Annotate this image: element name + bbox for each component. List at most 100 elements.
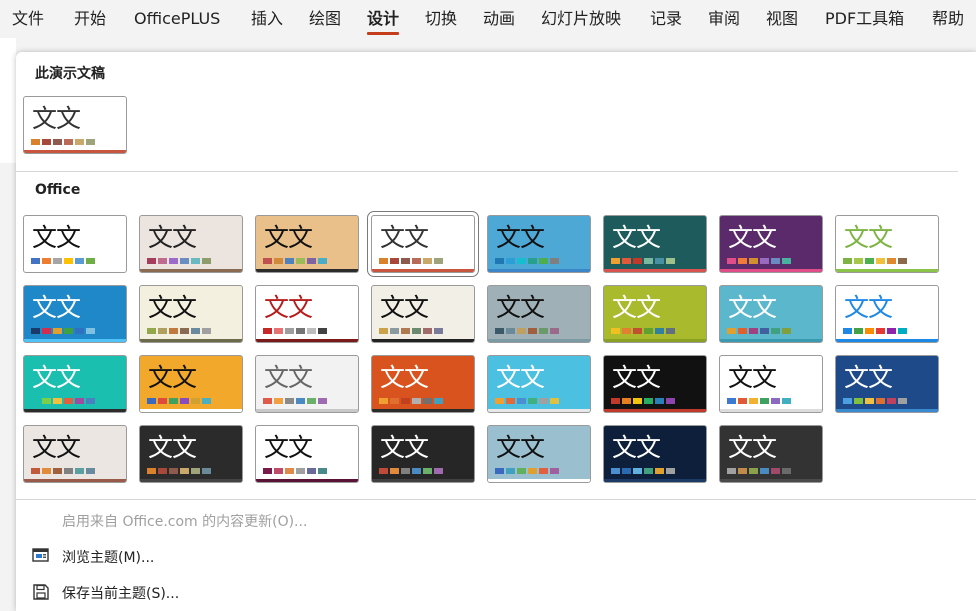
color-swatch xyxy=(274,468,283,474)
tab-11[interactable]: 审阅 xyxy=(708,0,740,38)
color-swatch xyxy=(771,468,780,474)
theme-accent-bar xyxy=(372,479,474,482)
office-theme-20[interactable]: 文文 xyxy=(371,355,475,413)
color-swatch xyxy=(53,468,62,474)
color-swatch xyxy=(727,468,736,474)
color-swatch xyxy=(550,328,559,334)
color-swatch xyxy=(727,258,736,264)
office-theme-29[interactable]: 文文 xyxy=(487,425,591,483)
office-theme-18[interactable]: 文文 xyxy=(139,355,243,413)
theme-accent-bar xyxy=(836,409,938,412)
office-theme-15[interactable]: 文文 xyxy=(719,285,823,343)
color-swatch xyxy=(506,468,515,474)
theme-accent-bar xyxy=(604,339,706,342)
tab-12[interactable]: 视图 xyxy=(766,0,798,38)
theme-color-swatches xyxy=(843,328,909,334)
color-swatch xyxy=(843,258,852,264)
color-swatch xyxy=(528,328,537,334)
theme-sample-text: 文文 xyxy=(728,433,777,462)
color-swatch xyxy=(760,258,769,264)
office-theme-30[interactable]: 文文 xyxy=(603,425,707,483)
office-theme-3[interactable]: 文文 xyxy=(255,215,359,273)
tab-5[interactable]: 绘图 xyxy=(309,0,341,38)
color-swatch xyxy=(644,258,653,264)
color-swatch xyxy=(202,398,211,404)
theme-accent-bar xyxy=(604,479,706,482)
color-swatch xyxy=(147,328,156,334)
office-theme-9[interactable]: 文文 xyxy=(23,285,127,343)
office-theme-22[interactable]: 文文 xyxy=(603,355,707,413)
color-swatch xyxy=(86,258,95,264)
color-swatch xyxy=(318,258,327,264)
office-theme-6[interactable]: 文文 xyxy=(603,215,707,273)
office-theme-28[interactable]: 文文 xyxy=(371,425,475,483)
office-theme-7[interactable]: 文文 xyxy=(719,215,823,273)
office-theme-26[interactable]: 文文 xyxy=(139,425,243,483)
office-theme-10[interactable]: 文文 xyxy=(139,285,243,343)
theme-sample-text: 文文 xyxy=(32,104,81,133)
office-theme-16[interactable]: 文文 xyxy=(835,285,939,343)
office-theme-13[interactable]: 文文 xyxy=(487,285,591,343)
office-theme-19[interactable]: 文文 xyxy=(255,355,359,413)
office-theme-14[interactable]: 文文 xyxy=(603,285,707,343)
color-swatch xyxy=(434,468,443,474)
color-swatch xyxy=(296,328,305,334)
theme-sample-text: 文文 xyxy=(32,433,81,462)
tab-3[interactable]: OfficePLUS xyxy=(134,0,220,38)
tab-2[interactable]: 开始 xyxy=(74,0,106,38)
color-swatch xyxy=(644,398,653,404)
office-theme-2[interactable]: 文文 xyxy=(139,215,243,273)
theme-color-swatches xyxy=(611,328,677,334)
theme-color-swatches xyxy=(379,328,445,334)
office-theme-1[interactable]: 文文 xyxy=(23,215,127,273)
color-swatch xyxy=(180,468,189,474)
color-swatch xyxy=(666,468,675,474)
current-theme-thumbnail[interactable]: 文文 xyxy=(23,96,127,154)
tab-1[interactable]: 文件 xyxy=(12,0,44,38)
color-swatch xyxy=(495,328,504,334)
theme-sample-text: 文文 xyxy=(32,293,81,322)
office-theme-27[interactable]: 文文 xyxy=(255,425,359,483)
tab-13[interactable]: PDF工具箱 xyxy=(825,0,904,38)
theme-sample-text: 文文 xyxy=(380,293,429,322)
color-swatch xyxy=(42,258,51,264)
tab-7[interactable]: 切换 xyxy=(425,0,457,38)
theme-accent-bar xyxy=(372,269,474,272)
color-swatch xyxy=(379,468,388,474)
color-swatch xyxy=(434,398,443,404)
color-swatch xyxy=(285,468,294,474)
color-swatch xyxy=(644,468,653,474)
office-theme-17[interactable]: 文文 xyxy=(23,355,127,413)
color-swatch xyxy=(390,468,399,474)
tab-14[interactable]: 帮助 xyxy=(932,0,964,38)
office-theme-12[interactable]: 文文 xyxy=(371,285,475,343)
color-swatch xyxy=(495,258,504,264)
color-swatch xyxy=(528,398,537,404)
color-swatch xyxy=(611,328,620,334)
theme-sample-text: 文文 xyxy=(496,363,545,392)
office-theme-24[interactable]: 文文 xyxy=(835,355,939,413)
tab-10[interactable]: 记录 xyxy=(650,0,682,38)
theme-sample-text: 文文 xyxy=(264,293,313,322)
color-swatch xyxy=(622,258,631,264)
save-current-theme-item[interactable]: 保存当前主题(S)... xyxy=(16,575,976,609)
office-theme-11[interactable]: 文文 xyxy=(255,285,359,343)
tab-4[interactable]: 插入 xyxy=(251,0,283,38)
color-swatch xyxy=(898,398,907,404)
color-swatch xyxy=(64,328,73,334)
office-theme-5[interactable]: 文文 xyxy=(487,215,591,273)
color-swatch xyxy=(202,328,211,334)
office-theme-25[interactable]: 文文 xyxy=(23,425,127,483)
tab-8[interactable]: 动画 xyxy=(483,0,515,38)
color-swatch xyxy=(263,398,272,404)
office-theme-4[interactable]: 文文 xyxy=(367,211,479,277)
office-theme-23[interactable]: 文文 xyxy=(719,355,823,413)
tab-6[interactable]: 设计 xyxy=(367,0,400,38)
office-theme-31[interactable]: 文文 xyxy=(719,425,823,483)
color-swatch xyxy=(887,328,896,334)
theme-accent-bar xyxy=(720,269,822,272)
tab-9[interactable]: 幻灯片放映 xyxy=(541,0,621,38)
office-theme-8[interactable]: 文文 xyxy=(835,215,939,273)
browse-themes-item[interactable]: 浏览主题(M)... xyxy=(16,539,976,573)
office-theme-21[interactable]: 文文 xyxy=(487,355,591,413)
